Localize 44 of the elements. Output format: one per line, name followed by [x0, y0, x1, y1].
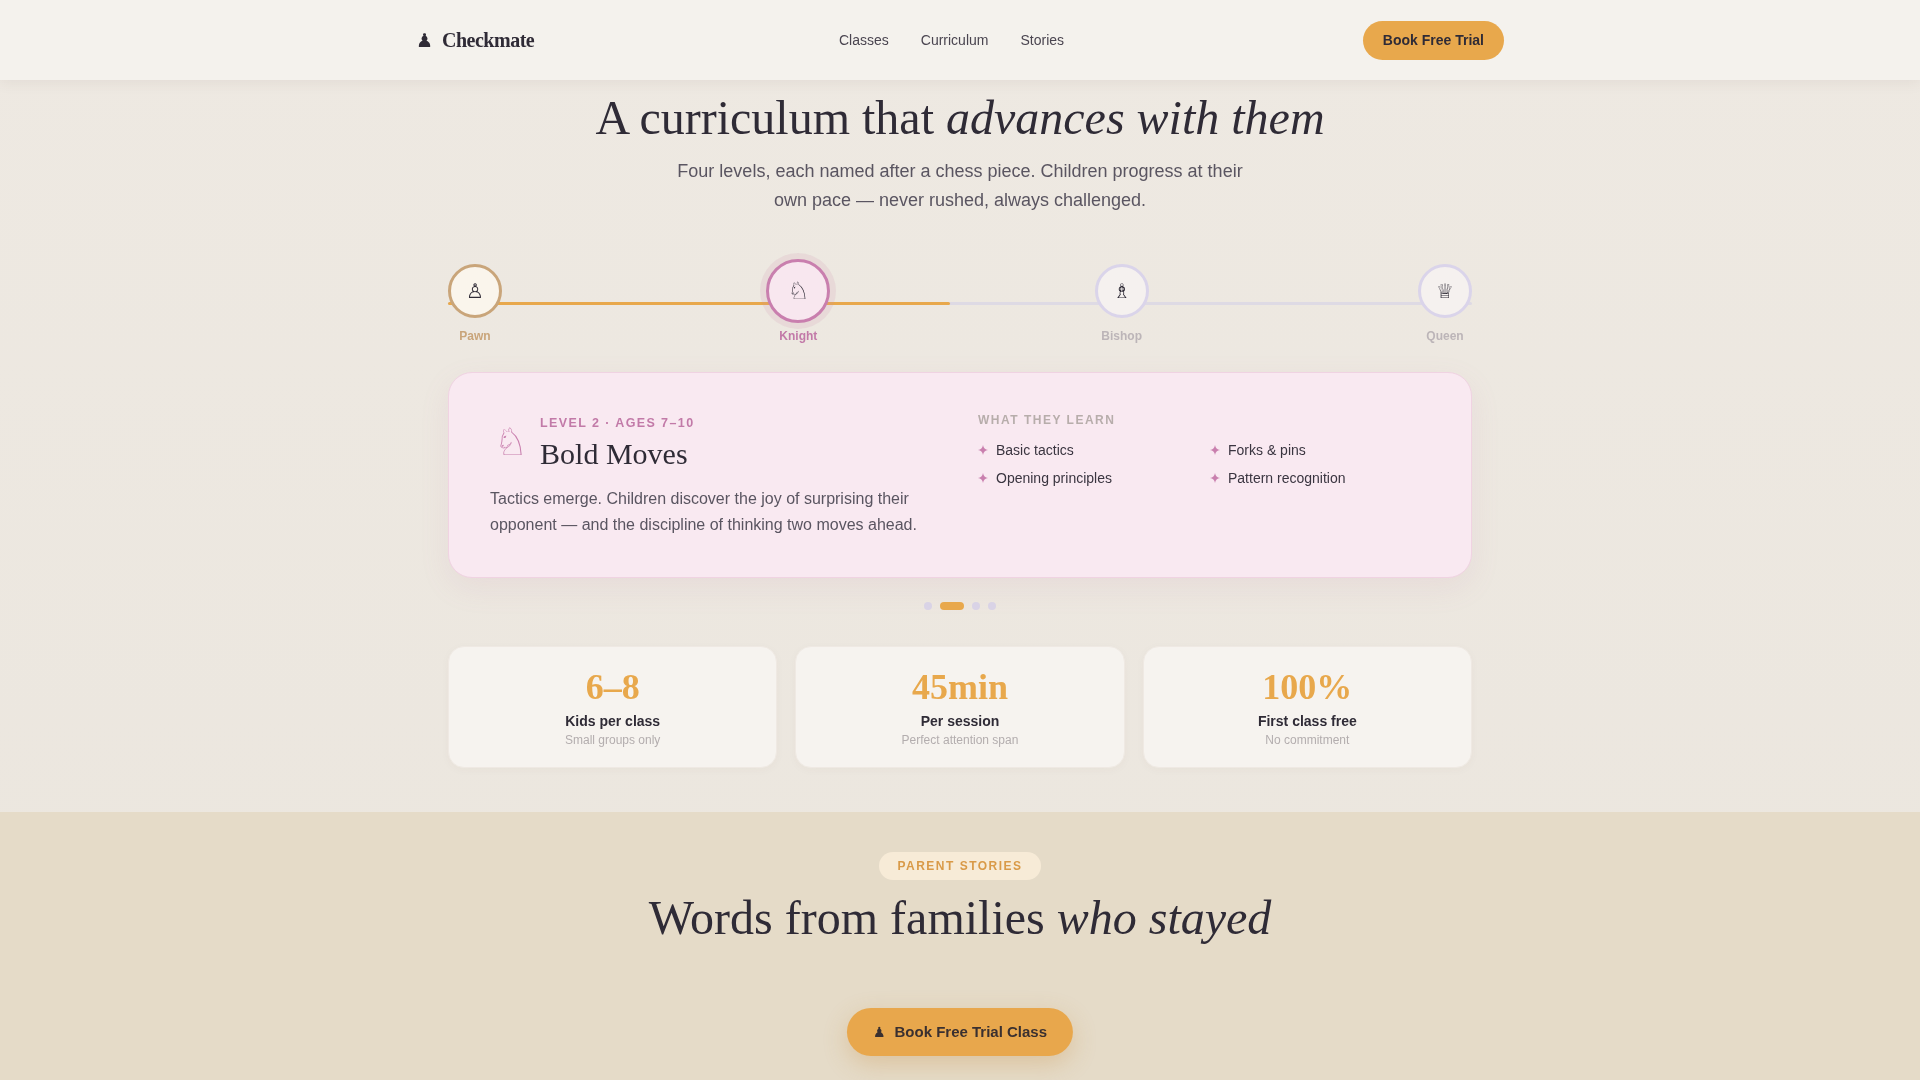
learn-item: Basic tactics	[996, 441, 1074, 460]
stat-note: Small groups only	[563, 732, 662, 748]
book-trial-button[interactable]: Book Free Trial	[1362, 20, 1504, 60]
chess-piece-icon: ♗	[1112, 281, 1131, 301]
chess-piece-icon: ♟	[416, 30, 434, 50]
sparkle-icon	[1210, 445, 1220, 455]
nav-link[interactable]: Stories	[1020, 31, 1065, 49]
level-step-button[interactable]: ♗	[1094, 264, 1149, 318]
level-label: Knight	[779, 328, 818, 344]
logo-link[interactable]: ♟ Checkmate	[416, 28, 535, 52]
sparkle-icon	[978, 473, 988, 483]
nav-link[interactable]: Classes	[839, 31, 889, 49]
nav-link[interactable]: Curriculum	[920, 31, 989, 49]
stat-label: Kids per class	[564, 712, 662, 730]
chess-piece-icon: ♙	[466, 281, 484, 301]
section-badge: PARENT STORIES	[879, 852, 1041, 880]
learn-item: Pattern recognition	[1228, 469, 1346, 488]
level-description: Tactics emerge. Children discover the joy of surprising their opponent — and the discipline of thinking two moves ahead.	[490, 489, 918, 535]
sparkle-icon	[978, 445, 988, 455]
sparkle-icon	[1210, 473, 1220, 483]
stat-value: 45min	[911, 667, 1009, 707]
book-trial-button[interactable]: ♟ Book Free Trial Class	[846, 1008, 1074, 1056]
level-step-button[interactable]: ♙	[448, 264, 502, 318]
chess-piece-icon: ♘	[787, 279, 810, 303]
level-eyebrow: LEVEL 2 · AGES 7–10	[540, 415, 695, 432]
chess-piece-icon: ♘	[494, 423, 529, 461]
level-step-button[interactable]: ♘	[766, 259, 831, 323]
section-subtitle: Four levels, each named after a chess piece. Children progress at their own pace — never rushed, always challenged.	[676, 160, 1244, 212]
stat-label: Per session	[919, 712, 1001, 730]
stat-value: 100%	[1261, 667, 1354, 707]
level-title: Bold Moves	[540, 436, 689, 472]
stat-label: First class free	[1256, 712, 1358, 730]
learn-heading: WHAT THEY LEARN	[978, 412, 1117, 428]
section-title: A curriculum that advances with them	[594, 90, 1326, 145]
chess-piece-icon: ♟	[872, 1025, 886, 1039]
level-label: Pawn	[459, 328, 491, 344]
learn-item: Opening principles	[996, 469, 1112, 488]
stat-value: 6–8	[584, 667, 641, 707]
section-title: Words from families who stayed	[647, 890, 1273, 945]
stat-note: Perfect attention span	[900, 732, 1020, 748]
chess-piece-icon: ♕	[1436, 281, 1454, 301]
stat-note: No commitment	[1264, 732, 1351, 748]
level-step-button[interactable]: ♕	[1418, 264, 1472, 318]
learn-item: Forks & pins	[1228, 441, 1306, 460]
